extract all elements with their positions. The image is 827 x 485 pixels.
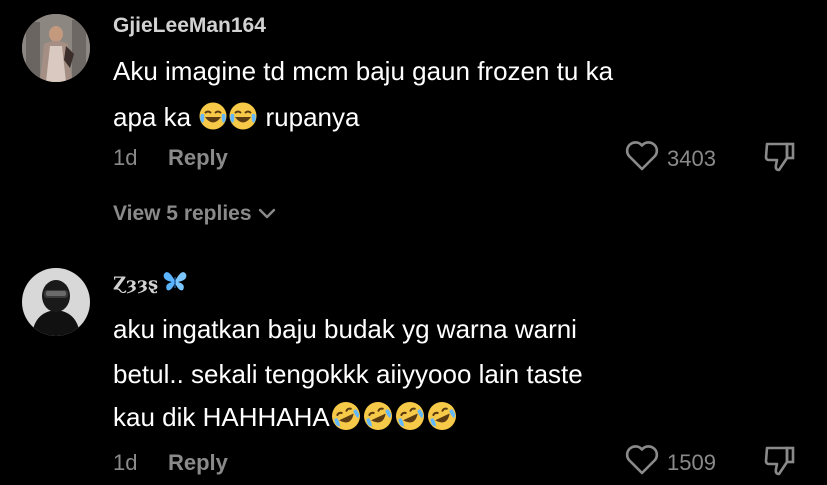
comment-text-line: betul.. sekali tengokkk aiiyyooo lain ta… — [113, 359, 583, 389]
comment-text: apa ka — [113, 101, 199, 132]
username-text: Ɀȝȝȿ — [113, 273, 159, 295]
comment-2: Ɀȝȝȿ aku ingatkan baju budak yg warna wa… — [0, 258, 827, 485]
thumbs-down-icon — [764, 142, 795, 172]
heart-icon — [625, 444, 659, 481]
avatar[interactable] — [22, 14, 90, 82]
dislike-button[interactable] — [763, 444, 797, 478]
comment-1: GjieLeeMan164 Aku imagine td mcm baju ga… — [0, 0, 827, 240]
like-count: 3403 — [667, 145, 716, 171]
chevron-down-icon — [258, 208, 276, 220]
like-count: 1509 — [667, 449, 716, 475]
like-button[interactable]: 1509 — [625, 444, 716, 481]
reply-button[interactable]: Reply — [168, 450, 228, 476]
comment-text: betul.. sekali tengokkk aiiyyooo lain ta… — [113, 359, 583, 389]
butterfly-icon — [162, 270, 188, 298]
avatar-image — [22, 268, 90, 336]
comment-text-line: aku ingatkan baju budak yg warna warni — [113, 314, 577, 344]
comment-text: kau dik HAHHAHA — [113, 401, 330, 432]
timestamp: 1d — [113, 145, 138, 170]
avatar-image — [22, 14, 90, 82]
rolling-on-the-floor-laughing-icon — [426, 400, 458, 438]
username[interactable]: Ɀȝȝȿ — [113, 270, 188, 298]
comment-text: aku ingatkan baju budak yg warna warni — [113, 314, 577, 344]
reply-button[interactable]: Reply — [168, 145, 228, 171]
like-button[interactable]: 3403 — [625, 140, 716, 177]
view-replies-label: View 5 replies — [113, 202, 252, 225]
comment-text: Aku imagine td mcm baju gaun frozen tu k… — [113, 56, 614, 86]
view-replies-button[interactable]: View 5 replies — [113, 202, 276, 226]
avatar[interactable] — [22, 268, 90, 336]
timestamp: 1d — [113, 450, 138, 475]
comment-text-line: Aku imagine td mcm baju gaun frozen tu k… — [113, 56, 613, 86]
rolling-on-the-floor-laughing-icon — [394, 400, 426, 438]
username[interactable]: GjieLeeMan164 — [113, 14, 266, 38]
comment-text-line: kau dik HAHHAHA — [113, 400, 458, 438]
thumbs-down-icon — [764, 446, 795, 476]
comment-text-line: apa ka rupanya — [113, 101, 359, 137]
rolling-on-the-floor-laughing-icon — [330, 400, 362, 438]
dislike-button[interactable] — [763, 140, 797, 174]
face-with-tears-of-joy-icon — [198, 101, 228, 137]
heart-icon — [625, 140, 659, 177]
rolling-on-the-floor-laughing-icon — [362, 400, 394, 438]
face-with-tears-of-joy-icon — [228, 101, 258, 137]
comment-text: rupanya — [258, 101, 360, 132]
